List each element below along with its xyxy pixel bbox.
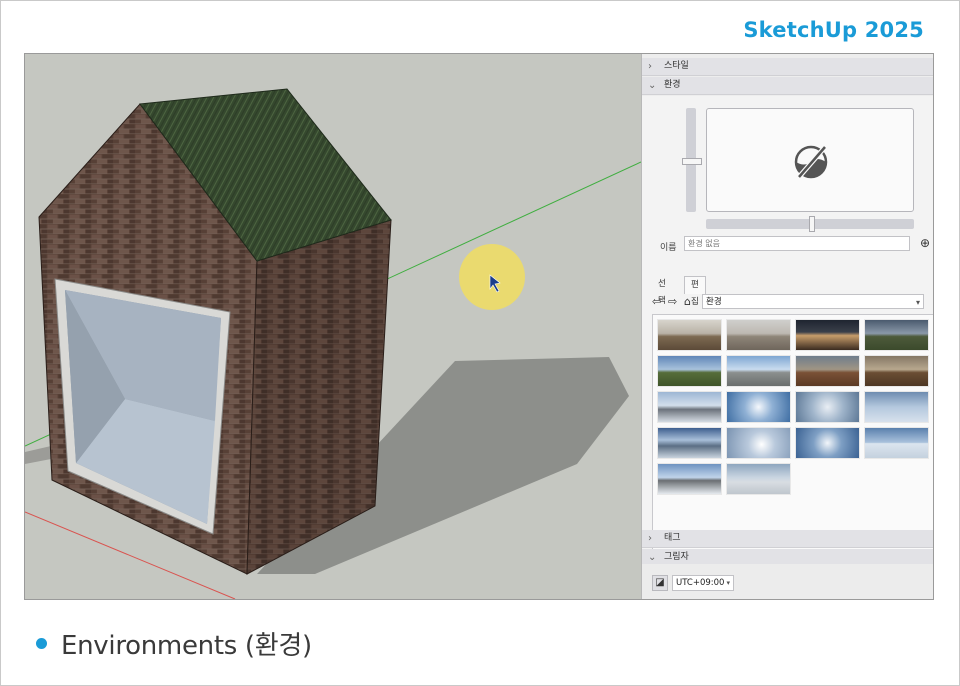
chevron-down-icon: ▾	[726, 579, 730, 587]
environment-thumbnail[interactable]	[795, 319, 860, 351]
caption-text: Environments (환경)	[61, 630, 312, 661]
environment-thumbnail[interactable]	[657, 391, 722, 423]
chevron-down-icon: ▾	[915, 298, 920, 307]
modeling-viewport[interactable]	[25, 54, 641, 599]
bullet-dot	[36, 637, 47, 649]
forward-arrow-icon[interactable]: ⇨	[668, 294, 677, 310]
environment-thumbnail[interactable]	[795, 391, 860, 423]
section-tags[interactable]: › 태그	[642, 530, 933, 548]
shadow-toggle-icon[interactable]: ◪	[652, 575, 668, 591]
rotation-slider[interactable]	[706, 216, 914, 232]
environment-name-input[interactable]	[684, 236, 910, 251]
slide-caption: Environments (환경)	[36, 623, 312, 663]
name-label: 이름	[660, 243, 677, 253]
chevron-down-icon: ⌄	[648, 80, 657, 91]
environment-thumbnail[interactable]	[726, 391, 791, 423]
environment-thumbnail[interactable]	[864, 391, 929, 423]
environment-thumbnail[interactable]	[726, 463, 791, 495]
chevron-right-icon: ›	[648, 61, 652, 72]
environment-thumbnail[interactable]	[726, 355, 791, 387]
environment-thumbnail[interactable]	[657, 427, 722, 459]
environment-preview	[706, 108, 914, 212]
tab-select[interactable]: 선택	[652, 276, 672, 306]
viewport-scene	[25, 54, 641, 599]
environment-thumbnail[interactable]	[726, 427, 791, 459]
collection-dropdown[interactable]: 환경 ▾	[702, 294, 924, 309]
default-tray: › 스타일 ⌄ 환경 이름 ⊕	[641, 54, 933, 599]
rotation-slider-knob[interactable]	[809, 216, 815, 232]
environment-thumbnail[interactable]	[864, 355, 929, 387]
environment-thumbnail[interactable]	[657, 463, 722, 495]
environment-thumbnail[interactable]	[657, 319, 722, 351]
environment-thumbnail[interactable]	[726, 319, 791, 351]
collection-nav: ⇦ ⇨ ⌂ 환경 ▾	[652, 293, 933, 311]
timezone-dropdown[interactable]: UTC+09:00 ▾	[672, 575, 734, 591]
exposure-slider[interactable]	[682, 108, 702, 212]
environment-thumbnail[interactable]	[864, 319, 929, 351]
section-styles[interactable]: › 스타일	[642, 58, 933, 76]
sketchup-screenshot: › 스타일 ⌄ 환경 이름 ⊕	[24, 53, 934, 600]
back-arrow-icon[interactable]: ⇦	[652, 294, 661, 310]
brand-title: SketchUp 2025	[743, 18, 924, 42]
environment-thumbnail[interactable]	[795, 427, 860, 459]
section-environment[interactable]: ⌄ 환경	[642, 77, 933, 95]
add-icon[interactable]: ⊕	[920, 236, 933, 250]
environment-thumbnail[interactable]	[657, 355, 722, 387]
environment-panel: 이름 ⊕ 선택 편집 ⇦ ⇨ ⌂ 환경 ▾	[642, 96, 933, 581]
shadows-panel: ◪ UTC+09:00 ▾	[642, 564, 933, 599]
tab-edit[interactable]: 편집	[684, 276, 706, 307]
environment-thumbnail[interactable]	[864, 427, 929, 459]
environment-thumbnail[interactable]	[795, 355, 860, 387]
exposure-slider-knob[interactable]	[682, 158, 702, 165]
no-environment-icon	[794, 145, 828, 179]
chevron-right-icon: ›	[648, 533, 652, 544]
home-icon[interactable]: ⌂	[684, 294, 691, 310]
